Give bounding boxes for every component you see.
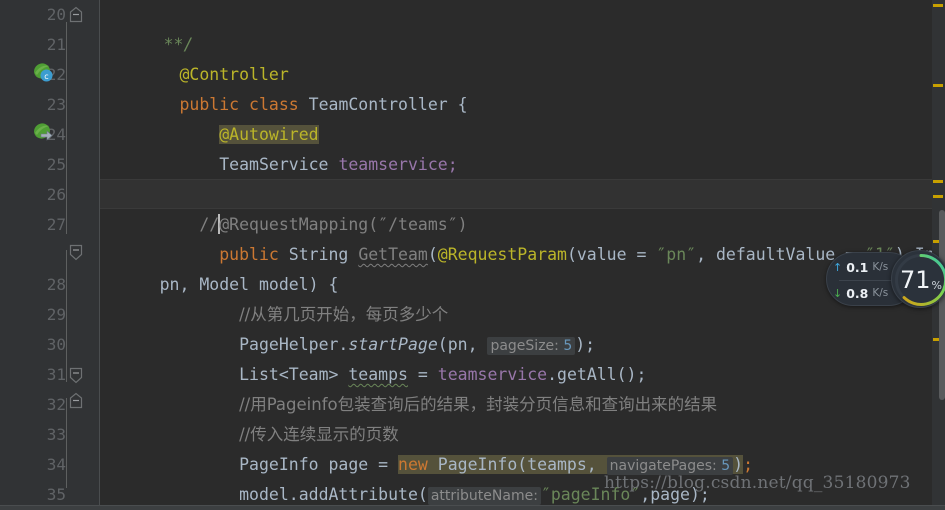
fold-stem bbox=[66, 22, 67, 234]
warning-stripe-marker[interactable] bbox=[933, 84, 943, 87]
line-number: 21 bbox=[46, 35, 66, 54]
warning-stripe-marker[interactable] bbox=[933, 4, 943, 7]
code-line-27[interactable]: public String GetTeam(@RequestParam(valu… bbox=[100, 210, 945, 264]
fold-marker-line32[interactable] bbox=[67, 392, 83, 409]
spring-bean-class-icon[interactable]: c bbox=[32, 62, 54, 84]
code-line-27-wrap[interactable]: pn, Model model) { bbox=[100, 240, 945, 294]
line-number: 28 bbox=[46, 275, 66, 294]
warning-stripe-marker[interactable] bbox=[933, 195, 943, 198]
gauge-unit: % bbox=[931, 279, 942, 292]
code-line-25[interactable] bbox=[100, 150, 945, 180]
download-speed-value: 0.8 bbox=[846, 285, 869, 301]
fold-marker-line31[interactable] bbox=[67, 366, 83, 384]
gauge-value: 71 bbox=[900, 266, 931, 294]
svg-text:c: c bbox=[44, 72, 48, 81]
editor-gutter[interactable]: 20 21 22 23 24 25 26 27 28 29 30 31 32 3… bbox=[0, 0, 100, 510]
code-line-33[interactable]: PageInfo page = new PageInfo(teamps, nav… bbox=[100, 420, 945, 475]
watermark-url: https://blog.csdn.net/qq_35180973 bbox=[604, 473, 911, 493]
line-number: 23 bbox=[46, 95, 66, 114]
code-line-31[interactable]: //用Pageinfo包装查询后的结果，封装分页信息和查询出来的结果 bbox=[100, 360, 945, 414]
code-line-21[interactable]: @Controller bbox=[100, 30, 945, 84]
code-line-29[interactable]: PageHelper.startPage(pn, pageSize: 5); bbox=[100, 300, 945, 355]
code-content[interactable]: **/ @Controller public class TeamControl… bbox=[100, 0, 945, 510]
code-editor[interactable]: 20 21 22 23 24 25 26 27 28 29 30 31 32 3… bbox=[0, 0, 945, 510]
warning-stripe-marker[interactable] bbox=[933, 180, 943, 183]
fold-stem bbox=[66, 398, 67, 488]
fold-marker-line20[interactable] bbox=[67, 6, 83, 23]
code-line-22[interactable]: public class TeamController { bbox=[100, 60, 945, 114]
line-number: 20 bbox=[46, 5, 66, 24]
line-number: 27 bbox=[46, 215, 66, 234]
code-line-26[interactable]: //@RequestMapping(″/teams″) bbox=[100, 180, 945, 234]
line-number: 30 bbox=[46, 335, 66, 354]
code-line-20[interactable]: **/ bbox=[100, 0, 945, 54]
upload-speed-value: 0.1 bbox=[846, 259, 869, 275]
code-line-30[interactable]: List<Team> teamps = teamservice.getAll()… bbox=[100, 330, 945, 384]
gauge-readout: 71 % bbox=[892, 251, 945, 309]
upload-speed-unit: K/s bbox=[872, 261, 889, 273]
line-number: 33 bbox=[46, 425, 66, 444]
line-number: 31 bbox=[46, 365, 66, 384]
fold-stem bbox=[66, 250, 67, 382]
spring-autowired-icon[interactable] bbox=[32, 122, 54, 144]
code-line-24[interactable]: TeamService teamservice; bbox=[100, 120, 945, 174]
line-number: 34 bbox=[46, 455, 66, 474]
code-line-32[interactable]: //传入连续显示的页数 bbox=[100, 390, 945, 444]
fold-marker-line27[interactable] bbox=[67, 243, 83, 261]
cpu-usage-gauge[interactable]: 71 % bbox=[891, 250, 945, 308]
line-number: 26 bbox=[46, 185, 66, 204]
upload-arrow-icon: ↑ bbox=[833, 260, 843, 274]
download-arrow-icon: ↓ bbox=[833, 286, 843, 300]
download-speed-unit: K/s bbox=[872, 287, 889, 299]
code-line-28[interactable]: //从第几页开始，每页多少个 bbox=[100, 270, 945, 324]
line-number: 25 bbox=[46, 155, 66, 174]
editor-bottom-bar bbox=[0, 506, 945, 510]
line-number: 32 bbox=[46, 395, 66, 414]
line-number: 29 bbox=[46, 305, 66, 324]
code-line-23[interactable]: @Autowired bbox=[100, 90, 945, 144]
